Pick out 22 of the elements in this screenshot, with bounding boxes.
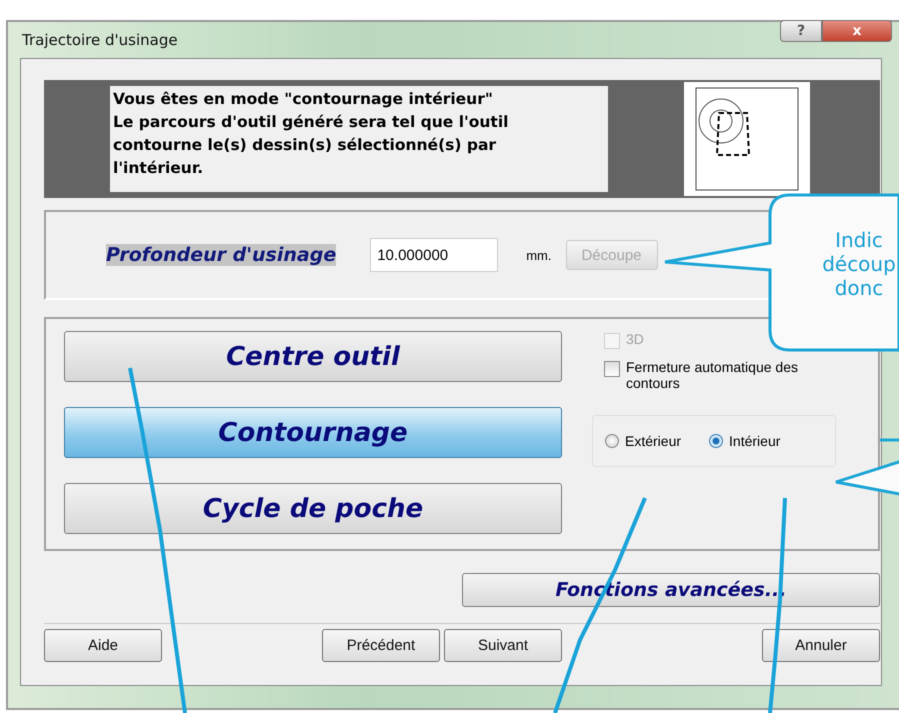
footer-button[interactable]: Précédent — [322, 629, 440, 662]
radio-label: Extérieur — [625, 433, 682, 449]
close-button[interactable]: x — [822, 20, 892, 42]
mode-button[interactable]: Centre outil — [64, 331, 562, 382]
help-button[interactable]: ? — [780, 20, 822, 42]
radio-button[interactable] — [605, 434, 619, 448]
checkbox-label: 3D — [626, 331, 644, 349]
radio-button[interactable] — [709, 434, 724, 448]
footer-button[interactable]: Aide — [44, 629, 162, 662]
callout-text: Indic découp donc — [821, 228, 897, 300]
footer-button[interactable]: Suivant — [444, 629, 562, 662]
checkbox[interactable] — [604, 361, 620, 377]
mode-button[interactable]: Cycle de poche — [64, 483, 562, 534]
footer-button[interactable]: Annuler — [762, 629, 880, 662]
unit-label: mm. — [526, 248, 552, 262]
depth-field[interactable]: 10.000000 — [370, 238, 498, 272]
window-title: Trajectoire d'usinage — [22, 31, 178, 49]
depth-label: Profondeur d'usinage — [106, 244, 336, 266]
checkbox-label: Fermeture automatique des contours — [626, 359, 799, 391]
radio-label: Intérieur — [729, 433, 780, 449]
mode-description: Vous êtes en mode "contournage intérieur" Le parcours d'outil généré sera tel que l'outil contourne le(s) dessin(s) sélectionné(s) par l'intérieur. — [110, 86, 608, 192]
mode-button[interactable]: Contournage — [64, 407, 562, 458]
